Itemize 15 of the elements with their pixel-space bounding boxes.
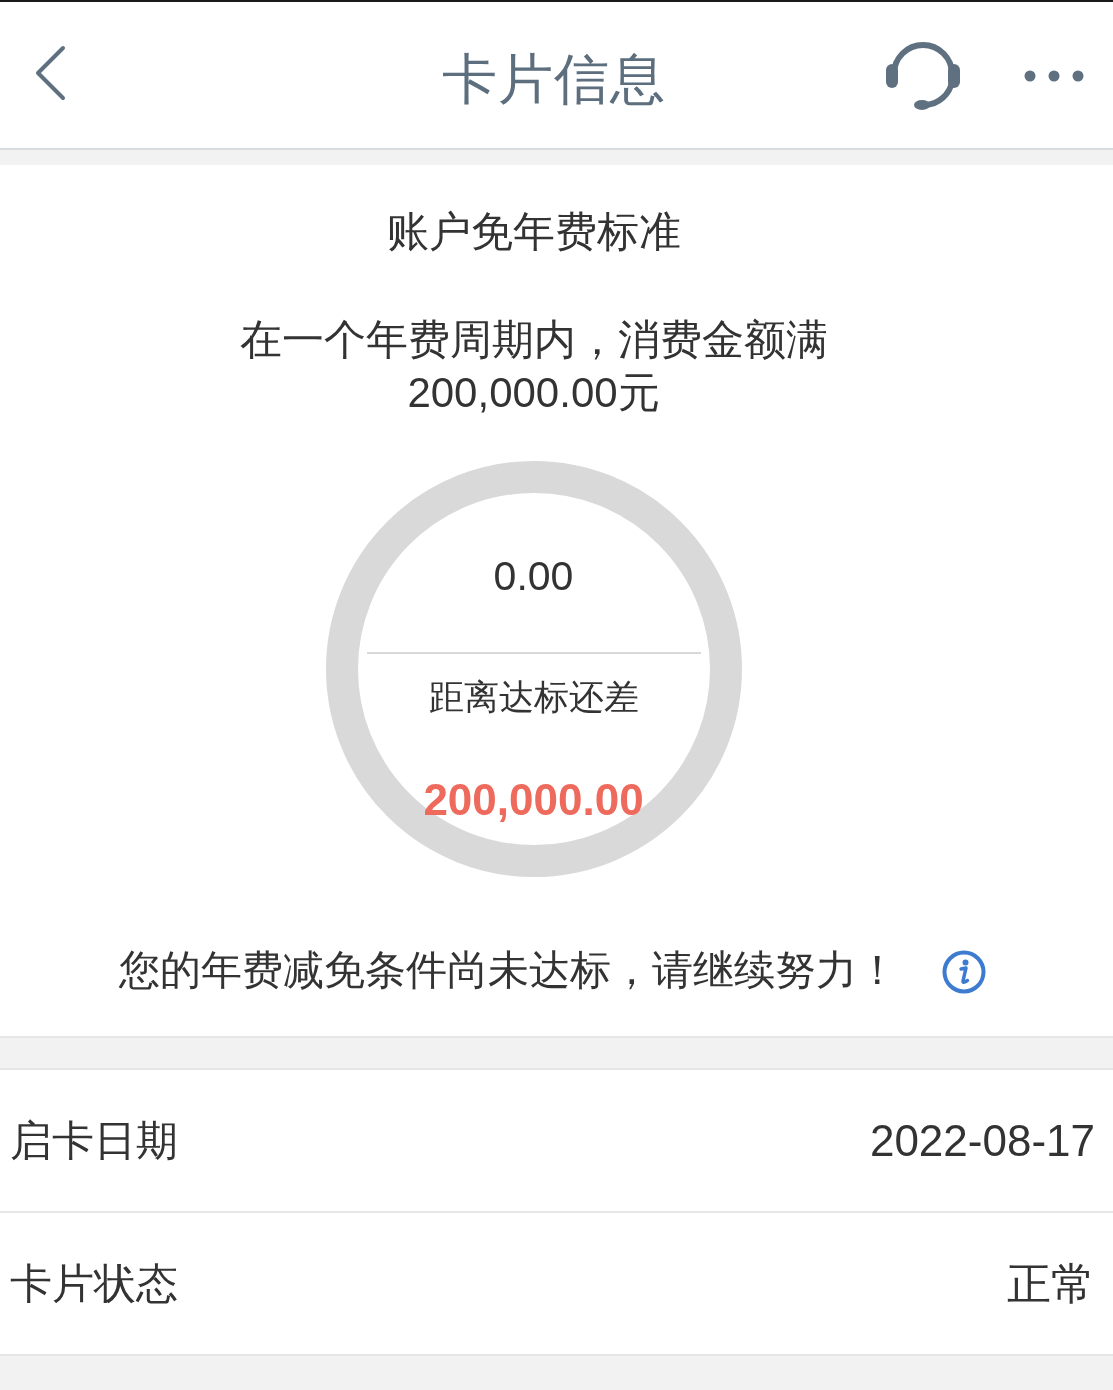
back-icon[interactable] (34, 45, 66, 101)
page-title: 卡片信息 (441, 47, 666, 111)
remaining-label: 距离达标还差 (428, 676, 639, 718)
remaining-amount: 200,000.00 (423, 774, 644, 826)
condition-text: 在一个年费周期内，消费金额满200,000.00元 (238, 315, 829, 418)
detail-value: 正常 (1007, 1257, 1095, 1310)
status-message: 您的年费减免条件尚未达标，请继续努力！ (119, 946, 898, 995)
headset-icon[interactable] (886, 42, 960, 110)
info-icon[interactable] (942, 950, 986, 994)
spent-amount: 0.00 (493, 552, 574, 600)
detail-value: 2022-08-17 (869, 1114, 1095, 1167)
more-icon[interactable] (1024, 70, 1084, 82)
detail-label: 启卡日期 (10, 1115, 178, 1166)
detail-label: 卡片状态 (10, 1258, 178, 1309)
card-title: 账户免年费标准 (386, 207, 681, 257)
